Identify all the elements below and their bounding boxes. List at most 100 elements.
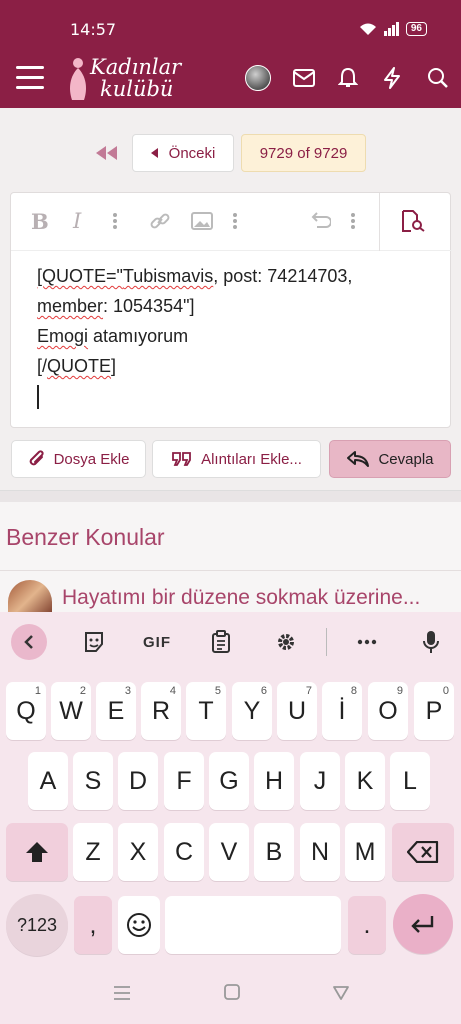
key-m[interactable]: M <box>345 823 385 881</box>
emoji-icon <box>127 913 151 937</box>
key-l[interactable]: L <box>390 752 430 810</box>
logo-figure-icon <box>70 58 86 100</box>
logo-text-line2: kulübü <box>100 77 174 101</box>
key-r[interactable]: 4R <box>141 682 181 740</box>
editor-line: [QUOTE="Tubismavis, post: 74214703, <box>37 261 352 291</box>
bold-icon[interactable]: B <box>31 209 49 234</box>
reply-icon <box>347 451 370 467</box>
key-z[interactable]: Z <box>73 823 113 881</box>
quote-close-text-start: [/ <box>37 356 48 376</box>
key-d[interactable]: D <box>118 752 158 810</box>
attach-file-label: Dosya Ekle <box>53 450 130 468</box>
microphone-icon[interactable] <box>413 624 449 660</box>
insert-quotes-button[interactable]: Alıntıları Ekle... <box>152 440 321 478</box>
key-s[interactable]: S <box>73 752 113 810</box>
current-page-button[interactable]: 9729 of 9729 <box>241 134 366 172</box>
key-j[interactable]: J <box>300 752 340 810</box>
previous-page-button[interactable]: Önceki <box>132 134 234 172</box>
quote-close-text: QUOTE <box>47 356 112 376</box>
key-h[interactable]: H <box>254 752 294 810</box>
toolbar-divider <box>379 193 380 251</box>
reply-label: Cevapla <box>378 450 434 468</box>
backspace-key[interactable] <box>392 823 454 881</box>
first-page-icon[interactable] <box>96 146 118 165</box>
toolbar-divider <box>326 628 327 656</box>
period-key[interactable]: . <box>348 896 386 954</box>
key-o[interactable]: 9O <box>368 682 408 740</box>
more-icon[interactable] <box>351 209 355 233</box>
key-p[interactable]: 0P <box>414 682 454 740</box>
comma-key[interactable]: , <box>74 896 112 954</box>
emoji-key[interactable] <box>118 896 160 954</box>
key-e[interactable]: 3E <box>96 682 136 740</box>
link-icon[interactable] <box>149 209 171 233</box>
logo-text-line1: Kadınlar <box>90 55 182 79</box>
quote-close-text-end: ] <box>111 356 117 376</box>
key-n[interactable]: N <box>300 823 340 881</box>
space-key[interactable] <box>165 896 341 954</box>
reply-editor: B I [QUOTE="Tubismavis, post: 74214703, … <box>10 192 452 428</box>
gear-icon[interactable] <box>268 624 304 660</box>
key-a[interactable]: A <box>28 752 68 810</box>
recent-apps-icon[interactable] <box>114 984 130 1005</box>
key-w[interactable]: 2W <box>51 682 91 740</box>
preview-icon[interactable] <box>401 209 427 233</box>
sticker-icon[interactable] <box>76 624 112 660</box>
pagination: Önceki 9729 of 9729 <box>0 134 461 174</box>
chevron-left-icon[interactable] <box>11 624 47 660</box>
reply-button[interactable]: Cevapla <box>329 440 451 478</box>
attach-file-button[interactable]: Dosya Ekle <box>11 440 146 478</box>
keyboard-suggestion-bar: GIF <box>0 612 461 672</box>
key-g[interactable]: G <box>209 752 249 810</box>
key-i-dotted[interactable]: 8İ <box>322 682 362 740</box>
quote-open-text: [QUOTE=" <box>37 266 123 286</box>
key-c[interactable]: C <box>164 823 204 881</box>
key-f[interactable]: F <box>164 752 204 810</box>
list-divider <box>0 570 461 571</box>
editor-line: Emogi atamıyorum <box>37 321 352 351</box>
quote-body-word1: Emogi <box>37 326 89 346</box>
image-icon[interactable] <box>191 209 213 233</box>
similar-thread-item[interactable]: Hayatımı bir düzene sokmak üzerine... <box>8 580 420 616</box>
quote-member-label: member <box>37 296 104 316</box>
gif-button[interactable]: GIF <box>139 624 175 660</box>
paperclip-icon <box>29 450 44 466</box>
italic-icon[interactable]: I <box>73 209 81 233</box>
site-logo[interactable]: Kadınlar kulübü <box>64 54 194 104</box>
clipboard-icon[interactable] <box>203 624 239 660</box>
symbols-key[interactable]: ?123 <box>6 894 68 956</box>
text-cursor <box>37 385 39 410</box>
key-x[interactable]: X <box>118 823 158 881</box>
shift-key[interactable] <box>6 823 68 881</box>
undo-icon[interactable] <box>309 209 331 233</box>
menu-icon[interactable] <box>16 66 44 90</box>
editor-line: [/QUOTE] <box>37 351 352 381</box>
key-q[interactable]: 1Q <box>6 682 46 740</box>
search-icon[interactable] <box>424 64 452 92</box>
enter-key[interactable] <box>393 894 453 954</box>
similar-threads-title: Benzer Konular <box>6 524 165 550</box>
backspace-icon <box>407 841 439 863</box>
more-icon[interactable] <box>349 624 385 660</box>
avatar[interactable] <box>244 64 272 92</box>
home-icon[interactable] <box>224 984 240 1005</box>
more-icon[interactable] <box>113 209 117 233</box>
bell-icon[interactable] <box>334 64 362 92</box>
key-b[interactable]: B <box>254 823 294 881</box>
editor-content[interactable]: [QUOTE="Tubismavis, post: 74214703, memb… <box>37 261 352 411</box>
quote-post-text: , post: 74214703, <box>213 266 353 286</box>
mail-icon[interactable] <box>290 64 318 92</box>
key-u[interactable]: 7U <box>277 682 317 740</box>
keyboard: GIF 1Q 2W 3E 4R 5T 6Y 7U 8İ 9O 0P A S D … <box>0 612 461 1024</box>
status-time: 14:57 <box>70 20 117 39</box>
key-t[interactable]: 5T <box>186 682 226 740</box>
key-v[interactable]: V <box>209 823 249 881</box>
bolt-icon[interactable] <box>378 64 406 92</box>
back-icon[interactable] <box>333 984 349 1005</box>
thread-thumbnail <box>8 580 52 616</box>
more-icon[interactable] <box>233 209 237 233</box>
quote-body-word2: atamıyorum <box>93 326 189 346</box>
editor-line: member: 1054354"] <box>37 291 352 321</box>
key-y[interactable]: 6Y <box>232 682 272 740</box>
key-k[interactable]: K <box>345 752 385 810</box>
